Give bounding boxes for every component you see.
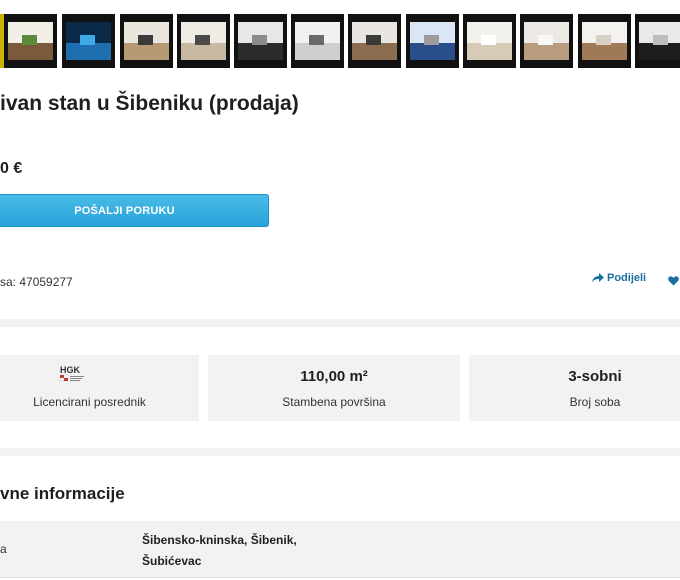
listing-title: ivan stan u Šibeniku (prodaja) (0, 92, 299, 116)
feature-label-licensed: Licencirani posrednik (33, 395, 146, 409)
hgk-logo-text: HGK (60, 365, 81, 375)
thumb-living-room-plants-photo (8, 22, 53, 60)
thumb-kitchen-dark[interactable] (234, 14, 287, 68)
thumb-bedroom-wide-photo (524, 22, 569, 60)
thumb-living-room-white[interactable] (291, 14, 344, 68)
feature-card-rooms: 3-sobni Broj soba (469, 355, 680, 421)
listing-price: 0 € (0, 160, 23, 177)
thumb-pool-night[interactable] (62, 14, 115, 68)
gallery-thumbnail-strip (0, 14, 680, 70)
thumb-living-room-white-photo (295, 22, 340, 60)
thumb-living-room-sofa[interactable] (177, 14, 230, 68)
thumb-kitchen-wide-photo (352, 22, 397, 60)
feature-label-rooms: Broj soba (569, 395, 621, 409)
thumb-bedroom-dark[interactable] (635, 14, 680, 68)
thumb-hallway-photo (582, 22, 627, 60)
feature-card-licensed: HGK Licencirani posrednik (0, 355, 199, 421)
send-message-button[interactable]: POŠALJI PORUKU (0, 194, 269, 227)
listing-page: ivan stan u Šibeniku (prodaja) 0 € POŠAL… (0, 0, 680, 580)
feature-label-area: Stambena površina (282, 395, 386, 409)
thumb-bedroom-bed[interactable] (463, 14, 516, 68)
thumb-living-room-sofa-photo (181, 22, 226, 60)
heart-icon (668, 276, 679, 286)
listing-title-text: ivan stan u Šibeniku (prodaja) (0, 92, 299, 115)
thumb-bedroom-dark-photo (639, 22, 680, 60)
share-label: Podijeli (607, 272, 647, 284)
basic-info-heading: vne informacije (0, 484, 125, 503)
thumb-kitchen-dark-photo (238, 22, 283, 60)
thumb-dining-room-photo (124, 22, 169, 60)
info-value-line2: Šubićevac (142, 554, 202, 568)
share-button[interactable]: Podijeli (592, 272, 646, 284)
info-value-line1: Šibensko-kninska, Šibenik, (142, 533, 297, 547)
feature-card-area: 110,00 m² Stambena površina (208, 355, 460, 421)
thumb-dining-room[interactable] (120, 14, 173, 68)
ad-id-text: sa: 47059277 (0, 275, 73, 289)
hgk-logo: HGK (0, 364, 199, 386)
thumb-hallway[interactable] (578, 14, 631, 68)
feature-value-area: 110,00 m² (300, 368, 368, 385)
thumb-bedroom-wide[interactable] (520, 14, 573, 68)
thumb-terrace-blue[interactable] (406, 14, 459, 68)
share-arrow-icon (592, 273, 604, 283)
thumb-living-room-plants[interactable] (4, 14, 57, 68)
thumb-terrace-blue-photo (410, 22, 455, 60)
thumb-bedroom-bed-photo (467, 22, 512, 60)
section-divider (0, 319, 680, 327)
favorite-button[interactable] (668, 273, 679, 291)
thumb-kitchen-wide[interactable] (348, 14, 401, 68)
info-row-location: a Šibensko-kninska, Šibenik, Šubićevac (0, 521, 680, 578)
thumb-pool-night-photo (66, 22, 111, 60)
info-value-location: Šibensko-kninska, Šibenik, Šubićevac (142, 530, 297, 572)
feature-value-rooms: 3-sobni (568, 368, 622, 385)
info-label-location: a (0, 542, 7, 556)
section-divider (0, 448, 680, 456)
